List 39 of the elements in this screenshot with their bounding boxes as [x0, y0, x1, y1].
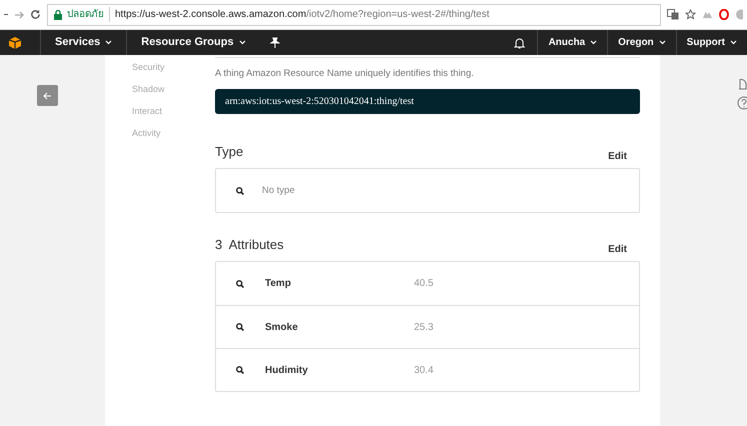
opera-icon[interactable]	[719, 9, 729, 20]
attribute-value: 25.3	[414, 320, 434, 335]
nav-menu[interactable]: Anucha	[537, 30, 608, 55]
address-bar[interactable]: ปลอดภัย https://us-west-2.console.aws.amazon.com/iotv2/home?region=us-west-2#/thing/test	[47, 4, 661, 26]
reload-icon[interactable]	[30, 9, 41, 20]
url-host: https://us-west-2.console.aws.amazon.com	[115, 9, 306, 20]
caret-icon	[238, 40, 246, 45]
caret-icon	[658, 40, 666, 45]
url-path: /iotv2/home?region=us-west-2#/thing/test	[306, 9, 490, 20]
section-title: 3 Attributes	[215, 236, 284, 254]
search-icon	[236, 280, 244, 288]
attribute-name: Hudimity	[265, 364, 309, 378]
left-arrow-icon	[43, 92, 52, 100]
cube-logo-icon[interactable]	[8, 36, 22, 50]
star-icon[interactable]	[685, 9, 696, 20]
search-icon	[236, 186, 244, 195]
type-value: No type	[262, 184, 295, 198]
caret-icon	[730, 40, 737, 45]
section-title: Type	[215, 143, 244, 162]
attribute-name: Smoke	[265, 320, 299, 335]
search-icon	[236, 323, 244, 332]
edit-link[interactable]: Edit	[608, 242, 627, 262]
search-icon	[236, 366, 244, 374]
caret-icon	[590, 40, 598, 45]
arn-description: A thing Amazon Resource Name uniquely identifies this thing.	[215, 67, 475, 81]
attribute-value: 30.4	[414, 364, 434, 378]
arn-value: arn:aws:iot:us-west-2:520301042041:thing/test	[215, 89, 640, 114]
lock-icon	[54, 10, 62, 20]
pin-icon[interactable]	[270, 37, 280, 48]
edit-link[interactable]: Edit	[608, 149, 627, 168]
back-button[interactable]	[37, 85, 58, 106]
attribute-value: 40.5	[414, 277, 434, 292]
help-icon[interactable]	[737, 96, 747, 110]
attribute-name: Temp	[265, 277, 292, 292]
caret-icon	[105, 40, 112, 45]
nav-menu[interactable]: Resource Groups	[126, 30, 260, 55]
translate-icon[interactable]	[667, 9, 679, 20]
secure-label: ปลอดภัย	[67, 7, 110, 22]
minimize-icon[interactable]	[4, 14, 8, 16]
